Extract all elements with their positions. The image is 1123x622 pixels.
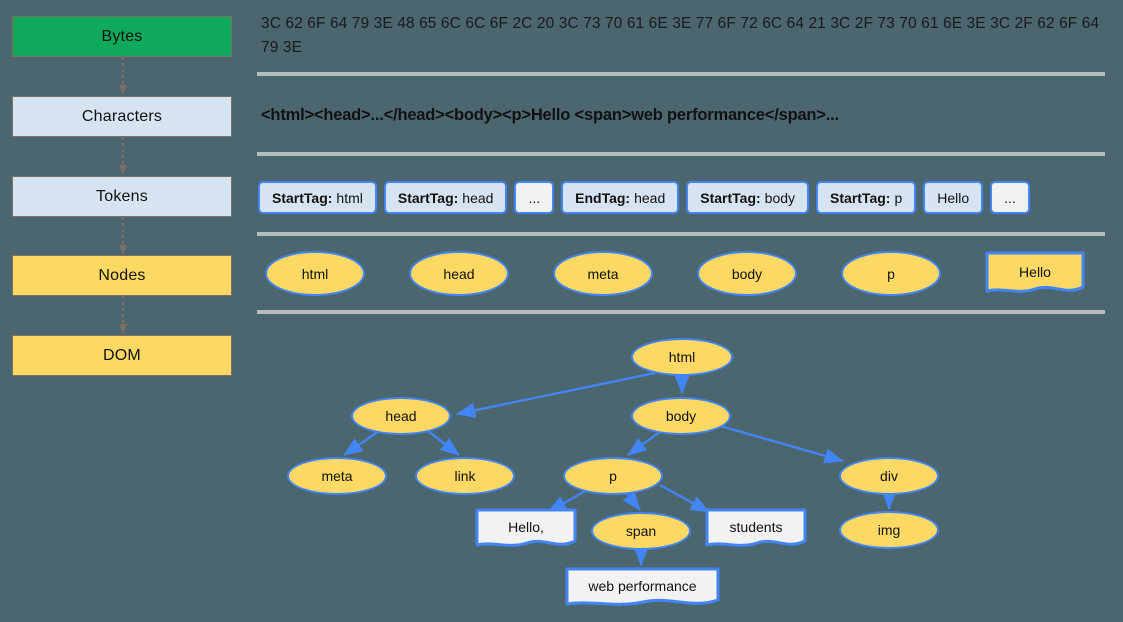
node-ellipse-html: html <box>265 251 365 296</box>
token-chip-text: Hello <box>923 181 984 214</box>
node-ellipse-meta: meta <box>553 251 653 296</box>
tree-node-web-performance-text: web performance <box>565 567 720 609</box>
token-chip-ellipsis: ... <box>990 181 1030 214</box>
token-chip-prefix: StartTag: <box>272 189 333 206</box>
section-separator-characters <box>257 152 1105 156</box>
node-label: head <box>443 265 475 282</box>
node-label: body <box>731 265 763 282</box>
pipeline-step-label: Characters <box>81 107 163 125</box>
token-chip: StartTag: p <box>816 181 917 214</box>
tree-node-label: meta <box>321 468 353 484</box>
token-chip: StartTag: head <box>383 181 508 214</box>
token-chip-prefix: StartTag: <box>700 189 761 206</box>
section-separator-bytes <box>257 72 1105 76</box>
token-chip-value: body <box>764 189 796 206</box>
edge-p-students <box>659 483 710 514</box>
token-chip: StartTag: body <box>686 181 810 214</box>
pipeline-arrow-nodes-to-dom <box>119 296 127 334</box>
node-ellipse-p: p <box>841 251 941 296</box>
tree-node-body: body <box>631 397 731 435</box>
edge-head-meta <box>343 430 380 456</box>
token-chip-value: html <box>336 189 363 206</box>
tree-node-meta: meta <box>287 457 387 495</box>
tree-node-label: web performance <box>588 578 697 594</box>
token-chip: EndTag: head <box>561 181 680 214</box>
tree-node-students-text: students <box>705 508 807 550</box>
tree-node-label: Hello, <box>508 519 544 535</box>
diagram-canvas: Bytes Characters Tokens Nodes DOM 3C 62 … <box>0 0 1123 622</box>
tree-node-html: html <box>631 338 733 376</box>
tree-node-link: link <box>415 457 515 495</box>
tree-node-label: students <box>729 519 783 535</box>
pipeline-step-dom: DOM <box>12 335 232 376</box>
edge-html-head <box>456 371 656 418</box>
node-label: meta <box>587 265 619 282</box>
node-label: p <box>887 265 895 282</box>
tree-node-div: div <box>839 457 939 495</box>
characters-markup-text: <html><head>...</head><body><p>Hello <sp… <box>261 106 839 124</box>
node-ellipse-body: body <box>697 251 797 296</box>
bytes-hex-text: 3C 62 6F 64 79 3E 48 65 6C 6C 6F 2C 20 3… <box>261 15 1100 56</box>
tree-node-img: img <box>839 511 939 549</box>
tree-node-label: head <box>385 408 417 424</box>
pipeline-arrow-bytes-to-characters <box>119 57 127 95</box>
pipeline-step-label: Tokens <box>96 187 148 205</box>
pipeline-step-label: DOM <box>103 346 141 364</box>
pipeline-step-label: Nodes <box>98 266 146 284</box>
pipeline-arrow-characters-to-tokens <box>119 137 127 175</box>
pipeline-step-label: Bytes <box>101 27 143 45</box>
tree-node-head: head <box>351 397 451 435</box>
token-chip-value: head <box>462 189 494 206</box>
pipeline-step-characters: Characters <box>12 96 232 137</box>
tree-node-span: span <box>591 512 691 550</box>
pipeline-step-tokens: Tokens <box>12 176 232 217</box>
node-document-hello: Hello <box>985 251 1085 296</box>
section-separator-tokens <box>257 232 1105 236</box>
pipeline-step-nodes: Nodes <box>12 255 232 296</box>
token-chip-value: Hello <box>937 189 970 206</box>
tree-node-label: span <box>625 523 657 539</box>
tree-node-label: p <box>609 468 617 484</box>
tree-node-label: div <box>880 468 898 484</box>
tree-node-hello-text: Hello, <box>475 508 577 550</box>
token-chip-value: head <box>634 189 666 206</box>
token-chip-ellipsis: ... <box>514 181 555 214</box>
edge-body-div <box>716 423 844 464</box>
tree-node-label: link <box>454 468 476 484</box>
node-label: html <box>301 265 329 282</box>
token-chip-value: p <box>894 189 903 206</box>
tree-node-label: img <box>877 522 901 538</box>
token-chip-prefix: EndTag: <box>575 189 631 206</box>
token-chip-value: ... <box>528 189 541 206</box>
tokens-list: StartTag: html StartTag: head ... EndTag: h… <box>258 181 1030 214</box>
edge-body-p <box>627 430 662 456</box>
tree-node-label: body <box>665 408 697 424</box>
tree-node-label: html <box>668 349 696 365</box>
token-chip: StartTag: html <box>258 181 377 214</box>
nodes-list: html head meta body p Hello <box>265 251 1085 296</box>
section-separator-nodes <box>257 310 1105 314</box>
node-label: Hello <box>1019 263 1051 280</box>
token-chip-value: ... <box>1004 189 1016 206</box>
pipeline-arrow-tokens-to-nodes <box>119 217 127 255</box>
token-chip-prefix: StartTag: <box>830 189 891 206</box>
tree-node-p: p <box>563 457 663 495</box>
node-ellipse-head: head <box>409 251 509 296</box>
edge-head-link <box>427 430 460 456</box>
pipeline-step-bytes: Bytes <box>12 16 232 57</box>
token-chip-prefix: StartTag: <box>397 189 459 206</box>
